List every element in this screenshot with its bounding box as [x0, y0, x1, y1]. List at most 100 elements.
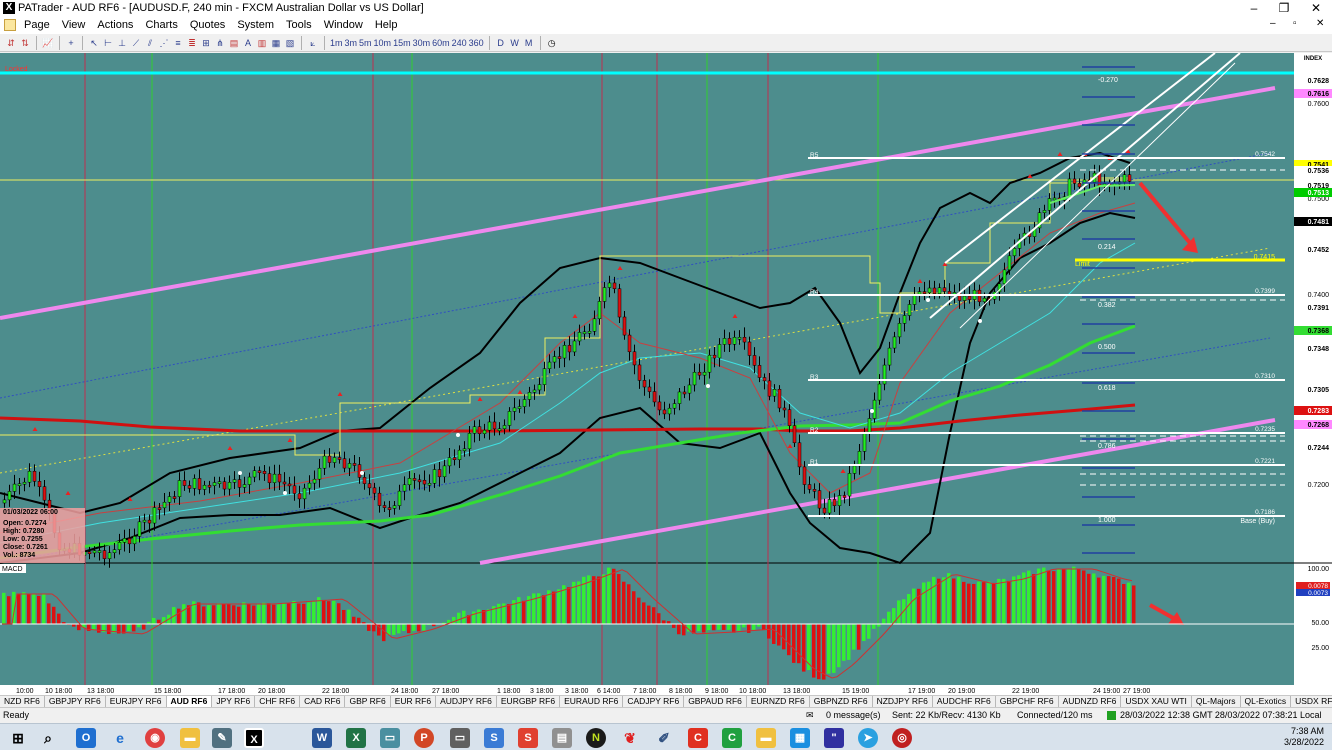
child-minimize-button[interactable]: – [1270, 18, 1276, 29]
menu-quotes[interactable]: Quotes [184, 19, 231, 31]
patrader-icon[interactable]: X [244, 728, 264, 748]
app-c-green-icon[interactable]: C [722, 728, 742, 748]
file-explorer-icon[interactable]: ▬ [180, 728, 200, 748]
tab-audnzd-rf6[interactable]: AUDNZD RF6 [1059, 696, 1122, 707]
telegram-icon[interactable]: ➤ [858, 728, 878, 748]
tf-15m[interactable]: 15m [393, 36, 411, 50]
tf-60m[interactable]: 60m [432, 36, 450, 50]
tab-jpy-rf6[interactable]: JPY RF6 [212, 696, 256, 707]
pointer-icon[interactable]: ↖ [88, 36, 100, 50]
child-close-button[interactable]: ✕ [1316, 18, 1324, 29]
menu-actions[interactable]: Actions [91, 19, 139, 31]
powerpoint-icon[interactable]: P [414, 728, 434, 748]
tab-usdx-xau-wti[interactable]: USDX XAU WTI [1121, 696, 1192, 707]
menu-window[interactable]: Window [318, 19, 369, 31]
draw-pitchfork-icon[interactable]: ⋔ [214, 36, 226, 50]
tab-gbpaud-rf6[interactable]: GBPAUD RF6 [684, 696, 747, 707]
app-icon-2[interactable]: ▭ [380, 728, 400, 748]
app-c-red-icon[interactable]: C [688, 728, 708, 748]
menu-system[interactable]: System [231, 19, 280, 31]
tab-gbpchf-rf6[interactable]: GBPCHF RF6 [996, 696, 1059, 707]
app-red-bird-icon[interactable]: ❦ [620, 728, 640, 748]
maximize-button[interactable]: ❐ [1268, 0, 1300, 16]
tf-10m[interactable]: 10m [374, 36, 392, 50]
draw-cycles-icon[interactable]: ▦ [270, 36, 282, 50]
edge-icon[interactable]: e [110, 728, 130, 748]
app-red-circle-icon[interactable]: ◎ [892, 728, 912, 748]
system-clock[interactable]: 7:38 AM 3/28/2022 [1284, 726, 1324, 748]
search-icon[interactable]: ⌕ [38, 728, 58, 748]
draw-text-icon[interactable]: A [242, 36, 254, 50]
menu-view[interactable]: View [56, 19, 92, 31]
tab-ql-majors[interactable]: QL-Majors [1192, 696, 1241, 707]
tab-audchf-rf6[interactable]: AUDCHF RF6 [933, 696, 996, 707]
tab-audjpy-rf6[interactable]: AUDJPY RF6 [436, 696, 497, 707]
tf-m[interactable]: M [523, 36, 535, 50]
outlook-icon[interactable]: O [76, 728, 96, 748]
minimize-button[interactable]: – [1238, 0, 1270, 16]
tf-w[interactable]: W [509, 36, 521, 50]
draw-channel-icon[interactable]: ⫽ [144, 36, 156, 50]
tab-eur-rf6[interactable]: EUR RF6 [391, 696, 437, 707]
menu-help[interactable]: Help [369, 19, 404, 31]
indicator-icon[interactable]: ⟀ [307, 36, 319, 50]
child-restore-button[interactable]: ▫ [1293, 18, 1297, 29]
word-icon[interactable]: W [312, 728, 332, 748]
draw-levels-icon[interactable]: ▥ [256, 36, 268, 50]
menu-charts[interactable]: Charts [139, 19, 183, 31]
draw-fib-ext-icon[interactable]: ≣ [186, 36, 198, 50]
status-messages[interactable]: 0 message(s) [826, 710, 881, 720]
app-icon-3[interactable]: ▭ [450, 728, 470, 748]
draw-arrow-icon[interactable]: ▧ [284, 36, 296, 50]
draw-fib-icon[interactable]: ≡ [172, 36, 184, 50]
tab-usdx-rf6[interactable]: USDX RF6 [1291, 696, 1332, 707]
draw-vline-icon[interactable]: ⊥ [116, 36, 128, 50]
buy-sell-icon[interactable]: ⇵ [5, 36, 17, 50]
message-icon[interactable]: ✉ [806, 710, 814, 721]
app-blue-icon[interactable]: ▦ [790, 728, 810, 748]
order-icon[interactable]: ⇅ [19, 36, 31, 50]
tool-icon[interactable]: ✎ [212, 728, 232, 748]
draw-box-icon[interactable]: ▤ [228, 36, 240, 50]
menu-tools[interactable]: Tools [280, 19, 318, 31]
draw-fan-icon[interactable]: ⋰ [158, 36, 170, 50]
chrome-icon[interactable]: ◉ [145, 728, 165, 748]
tf-1m[interactable]: 1m [330, 36, 343, 50]
tab-ql-exotics[interactable]: QL-Exotics [1241, 696, 1292, 707]
app-dark-icon[interactable]: " [824, 728, 844, 748]
tab-eurnzd-rf6[interactable]: EURNZD RF6 [747, 696, 810, 707]
draw-gann-icon[interactable]: ⊞ [200, 36, 212, 50]
tab-chf-rf6[interactable]: CHF RF6 [255, 696, 301, 707]
tab-gbp-rf6[interactable]: GBP RF6 [345, 696, 391, 707]
app-icon-4[interactable]: ▤ [552, 728, 572, 748]
chart-line-icon[interactable]: 📈 [42, 36, 54, 50]
crosshair-icon[interactable]: + [65, 36, 77, 50]
tab-gbpnzd-rf6[interactable]: GBPNZD RF6 [810, 696, 873, 707]
app-s-blue-icon[interactable]: S [484, 728, 504, 748]
app-s-red-icon[interactable]: S [518, 728, 538, 748]
tab-gbpjpy-rf6[interactable]: GBPJPY RF6 [45, 696, 106, 707]
price-chart[interactable]: -0.270 0.214 0.382 0.500 0.618 0.786 1.000 R5 0… [0, 52, 1332, 695]
tf-360[interactable]: 360 [469, 36, 484, 50]
tab-nzd-rf6[interactable]: NZD RF6 [0, 696, 45, 707]
tab-aud-rf6[interactable]: AUD RF6 [166, 696, 213, 707]
clock-icon[interactable]: ◷ [546, 36, 558, 50]
close-button[interactable]: ✕ [1300, 0, 1332, 16]
tab-cadjpy-rf6[interactable]: CADJPY RF6 [623, 696, 685, 707]
draw-hline-icon[interactable]: ⊢ [102, 36, 114, 50]
app-n-icon[interactable]: N [586, 728, 606, 748]
tf-d[interactable]: D [495, 36, 507, 50]
chart-canvas[interactable]: -0.270 0.214 0.382 0.500 0.618 0.786 1.000 R5 0… [0, 52, 1332, 695]
app-pen-icon[interactable]: ✐ [654, 728, 674, 748]
menu-page[interactable]: Page [18, 19, 56, 31]
tf-240[interactable]: 240 [452, 36, 467, 50]
tf-30m[interactable]: 30m [413, 36, 431, 50]
draw-trendline-icon[interactable]: ⟋ [130, 36, 142, 50]
tf-3m[interactable]: 3m [345, 36, 358, 50]
excel-icon[interactable]: X [346, 728, 366, 748]
tf-5m[interactable]: 5m [359, 36, 372, 50]
tab-cad-rf6[interactable]: CAD RF6 [300, 696, 346, 707]
tab-nzdjpy-rf6[interactable]: NZDJPY RF6 [873, 696, 933, 707]
app-folder-icon[interactable]: ▬ [756, 728, 776, 748]
tab-eurgbp-rf6[interactable]: EURGBP RF6 [497, 696, 561, 707]
